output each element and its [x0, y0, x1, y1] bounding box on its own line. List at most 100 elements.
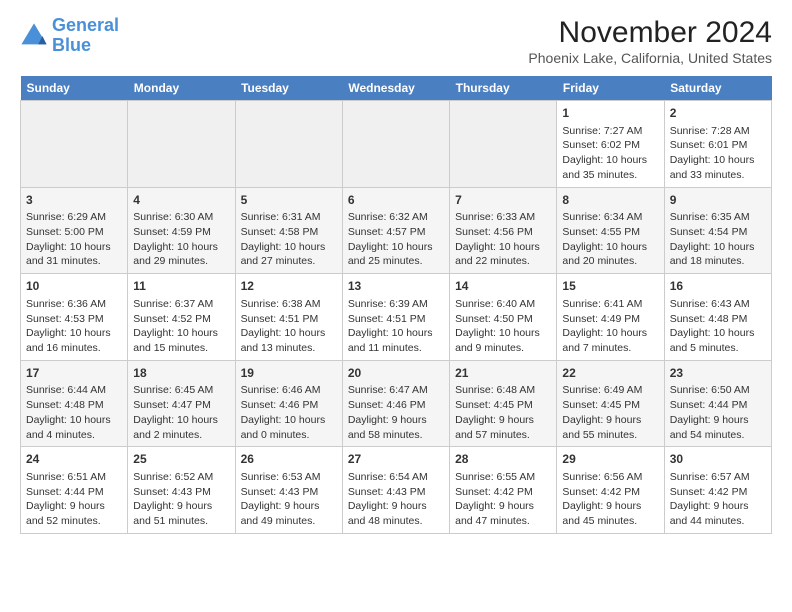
table-cell: 28Sunrise: 6:55 AMSunset: 4:42 PMDayligh…: [450, 447, 557, 534]
table-cell: 15Sunrise: 6:41 AMSunset: 4:49 PMDayligh…: [557, 274, 664, 361]
day-info: Daylight: 10 hours and 15 minutes.: [133, 326, 229, 355]
day-info: Sunrise: 6:45 AM: [133, 383, 229, 398]
table-cell: 30Sunrise: 6:57 AMSunset: 4:42 PMDayligh…: [664, 447, 771, 534]
day-number: 17: [26, 365, 122, 382]
table-cell: 1 Sunrise: 7:27 AMSunset: 6:02 PMDaylight…: [557, 101, 664, 188]
day-number: 20: [348, 365, 444, 382]
table-cell: 24Sunrise: 6:51 AMSunset: 4:44 PMDayligh…: [21, 447, 128, 534]
day-info: Sunrise: 6:56 AM: [562, 470, 658, 485]
day-info: Sunset: 4:46 PM: [241, 398, 337, 413]
table-cell: 2Sunrise: 7:28 AMSunset: 6:01 PMDaylight…: [664, 101, 771, 188]
table-cell: 23Sunrise: 6:50 AMSunset: 4:44 PMDayligh…: [664, 360, 771, 447]
day-info: Sunrise: 6:35 AM: [670, 210, 766, 225]
day-info: Sunrise: 6:30 AM: [133, 210, 229, 225]
table-cell: 25Sunrise: 6:52 AMSunset: 4:43 PMDayligh…: [128, 447, 235, 534]
day-info: Sunset: 4:50 PM: [455, 312, 551, 327]
day-info: Sunset: 4:59 PM: [133, 225, 229, 240]
day-info: Sunset: 4:52 PM: [133, 312, 229, 327]
day-info: Daylight: 9 hours and 57 minutes.: [455, 413, 551, 442]
day-info: Daylight: 9 hours and 58 minutes.: [348, 413, 444, 442]
day-number: 19: [241, 365, 337, 382]
day-info: Daylight: 10 hours and 20 minutes.: [562, 240, 658, 269]
day-info: Sunset: 4:42 PM: [455, 485, 551, 500]
day-info: Daylight: 9 hours and 51 minutes.: [133, 499, 229, 528]
header-friday: Friday: [557, 76, 664, 101]
day-info: Sunrise: 7:27 AM: [562, 124, 658, 139]
day-info: Daylight: 10 hours and 16 minutes.: [26, 326, 122, 355]
day-info: Sunrise: 6:31 AM: [241, 210, 337, 225]
calendar-title: November 2024: [528, 16, 772, 50]
table-cell: 22Sunrise: 6:49 AMSunset: 4:45 PMDayligh…: [557, 360, 664, 447]
day-info: Sunrise: 6:29 AM: [26, 210, 122, 225]
day-number: 15: [562, 278, 658, 295]
day-info: Sunset: 4:43 PM: [241, 485, 337, 500]
day-number: 1: [562, 105, 658, 122]
day-info: Daylight: 9 hours and 47 minutes.: [455, 499, 551, 528]
day-info: Sunrise: 6:41 AM: [562, 297, 658, 312]
day-number: 9: [670, 192, 766, 209]
day-info: Sunrise: 6:48 AM: [455, 383, 551, 398]
day-info: Sunset: 6:01 PM: [670, 138, 766, 153]
table-cell: 27Sunrise: 6:54 AMSunset: 4:43 PMDayligh…: [342, 447, 449, 534]
day-info: Daylight: 9 hours and 44 minutes.: [670, 499, 766, 528]
day-number: 30: [670, 451, 766, 468]
day-info: Daylight: 10 hours and 18 minutes.: [670, 240, 766, 269]
day-info: Sunset: 4:53 PM: [26, 312, 122, 327]
day-info: Sunset: 4:57 PM: [348, 225, 444, 240]
table-cell: 14Sunrise: 6:40 AMSunset: 4:50 PMDayligh…: [450, 274, 557, 361]
day-number: 23: [670, 365, 766, 382]
calendar-week-4: 17Sunrise: 6:44 AMSunset: 4:48 PMDayligh…: [21, 360, 772, 447]
day-info: Sunrise: 6:46 AM: [241, 383, 337, 398]
day-info: Daylight: 10 hours and 35 minutes.: [562, 153, 658, 182]
day-number: 28: [455, 451, 551, 468]
table-cell: [128, 101, 235, 188]
table-cell: 17Sunrise: 6:44 AMSunset: 4:48 PMDayligh…: [21, 360, 128, 447]
day-info: Sunset: 4:54 PM: [670, 225, 766, 240]
table-cell: 10Sunrise: 6:36 AMSunset: 4:53 PMDayligh…: [21, 274, 128, 361]
table-cell: 8Sunrise: 6:34 AMSunset: 4:55 PMDaylight…: [557, 187, 664, 274]
day-number: 22: [562, 365, 658, 382]
day-info: Daylight: 10 hours and 4 minutes.: [26, 413, 122, 442]
day-info: Sunset: 4:51 PM: [241, 312, 337, 327]
day-info: Sunrise: 6:51 AM: [26, 470, 122, 485]
logo-text: General Blue: [52, 16, 119, 56]
day-info: Sunset: 4:43 PM: [133, 485, 229, 500]
table-cell: 11Sunrise: 6:37 AMSunset: 4:52 PMDayligh…: [128, 274, 235, 361]
day-info: Daylight: 10 hours and 0 minutes.: [241, 413, 337, 442]
day-info: Daylight: 10 hours and 22 minutes.: [455, 240, 551, 269]
header-sunday: Sunday: [21, 76, 128, 101]
day-info: Sunrise: 6:39 AM: [348, 297, 444, 312]
day-info: Daylight: 10 hours and 27 minutes.: [241, 240, 337, 269]
day-number: 25: [133, 451, 229, 468]
table-cell: 21Sunrise: 6:48 AMSunset: 4:45 PMDayligh…: [450, 360, 557, 447]
header-saturday: Saturday: [664, 76, 771, 101]
day-info: Daylight: 10 hours and 2 minutes.: [133, 413, 229, 442]
header-thursday: Thursday: [450, 76, 557, 101]
day-info: Sunrise: 6:32 AM: [348, 210, 444, 225]
calendar-week-5: 24Sunrise: 6:51 AMSunset: 4:44 PMDayligh…: [21, 447, 772, 534]
day-number: 10: [26, 278, 122, 295]
day-info: Daylight: 10 hours and 29 minutes.: [133, 240, 229, 269]
day-info: Sunrise: 6:50 AM: [670, 383, 766, 398]
calendar-week-1: 1Sunrise: 7:27 AMSunset: 6:02 PMDaylight…: [21, 101, 772, 188]
day-info: Daylight: 10 hours and 33 minutes.: [670, 153, 766, 182]
day-number: 21: [455, 365, 551, 382]
day-info: Sunset: 6:02 PM: [562, 138, 658, 153]
table-cell: 5Sunrise: 6:31 AMSunset: 4:58 PMDaylight…: [235, 187, 342, 274]
day-info: Sunset: 4:45 PM: [455, 398, 551, 413]
page-container: General Blue November 2024 Phoenix Lake,…: [20, 16, 772, 534]
table-cell: [235, 101, 342, 188]
day-info: Sunset: 4:45 PM: [562, 398, 658, 413]
header-wednesday: Wednesday: [342, 76, 449, 101]
table-cell: [342, 101, 449, 188]
day-info: Sunrise: 6:54 AM: [348, 470, 444, 485]
day-number: 11: [133, 278, 229, 295]
day-info: Sunset: 4:49 PM: [562, 312, 658, 327]
table-cell: 6Sunrise: 6:32 AMSunset: 4:57 PMDaylight…: [342, 187, 449, 274]
day-info: Daylight: 9 hours and 54 minutes.: [670, 413, 766, 442]
table-cell: 13Sunrise: 6:39 AMSunset: 4:51 PMDayligh…: [342, 274, 449, 361]
day-info: Daylight: 9 hours and 49 minutes.: [241, 499, 337, 528]
day-info: Sunrise: 6:38 AM: [241, 297, 337, 312]
day-info: Sunrise: 6:33 AM: [455, 210, 551, 225]
table-cell: [450, 101, 557, 188]
